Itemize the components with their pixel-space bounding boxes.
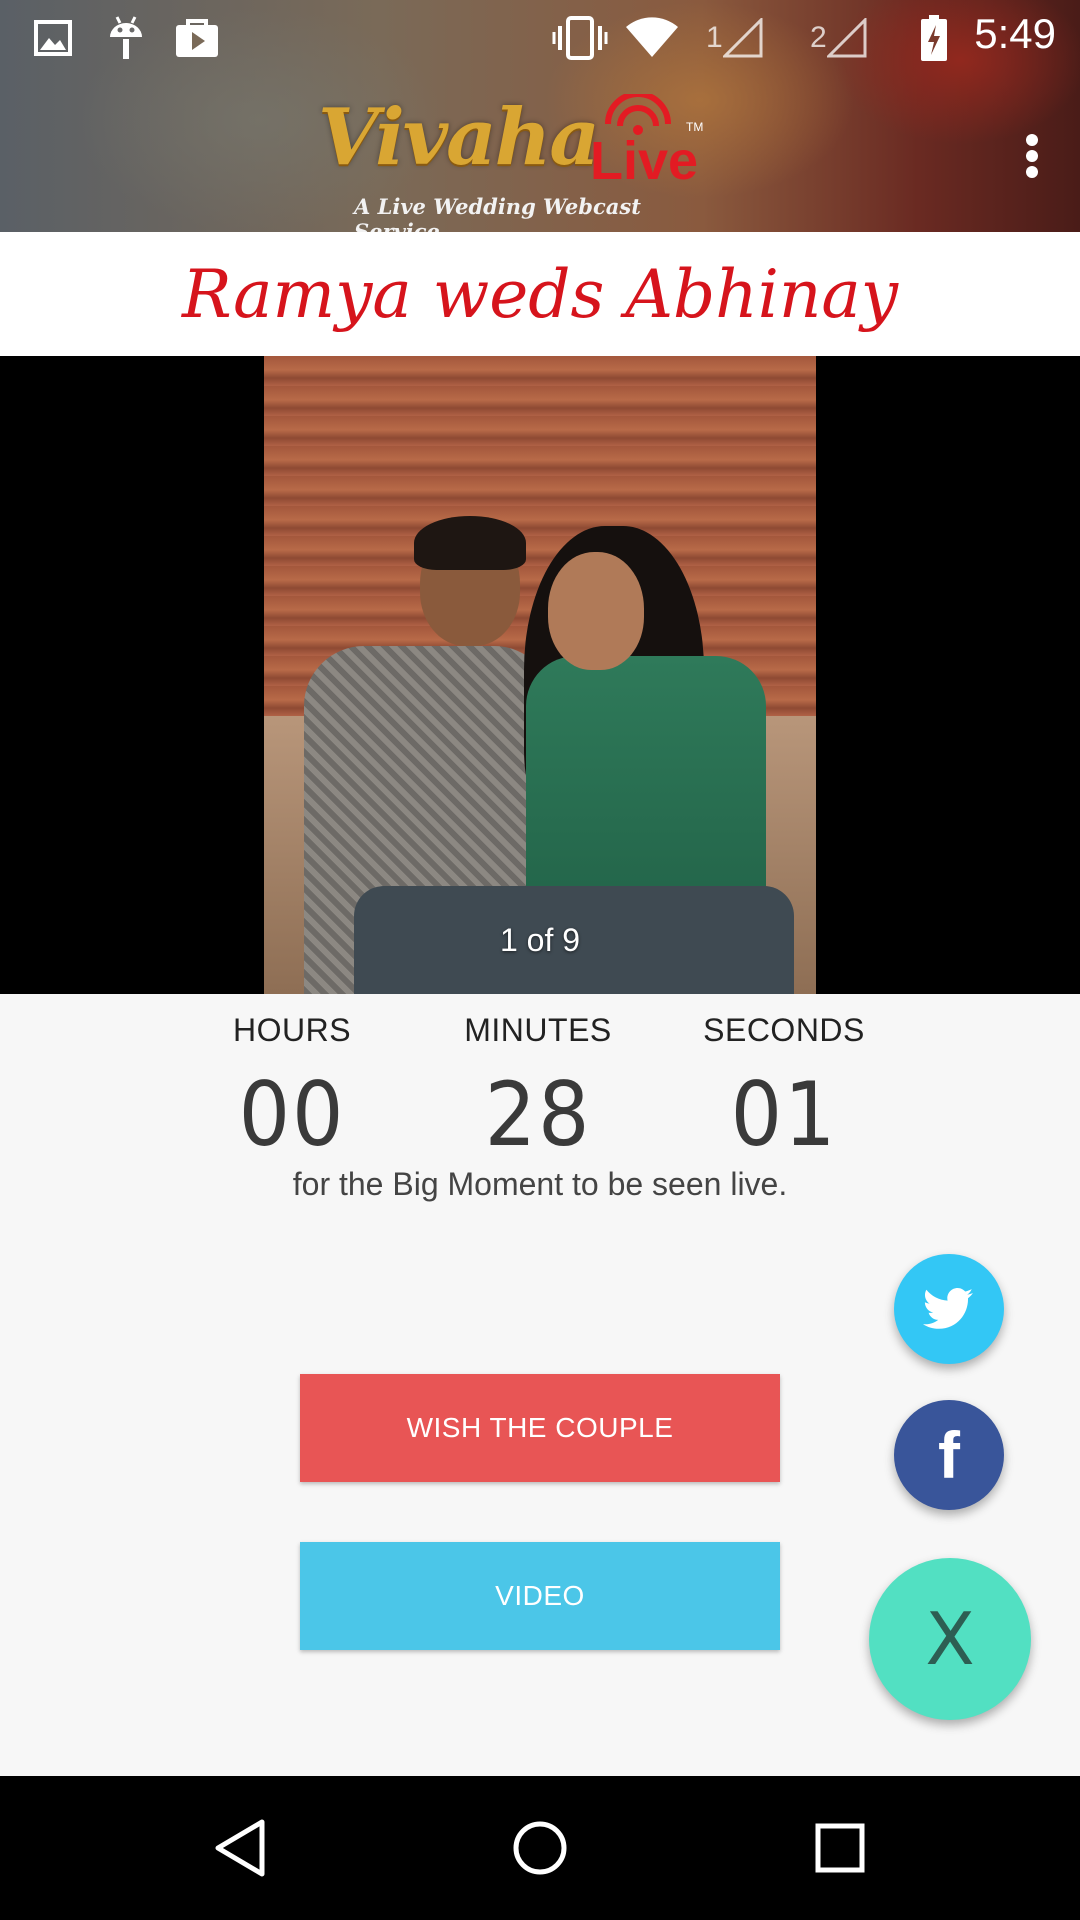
seconds-column: SECONDS 01 [664, 1012, 904, 1166]
status-bar: 1 2 5:49 [0, 0, 1080, 76]
play-store-icon [174, 16, 220, 60]
vibrate-icon [552, 16, 608, 60]
seconds-value: 01 [730, 1063, 838, 1166]
hours-column: HOURS 00 [172, 1012, 412, 1166]
battery-charging-icon [920, 15, 948, 61]
twitter-share-button[interactable] [894, 1254, 1004, 1364]
overflow-menu-icon[interactable] [1012, 126, 1052, 186]
app-bar: Vivaha Live TM A Live Wedding Webcast Se… [0, 76, 1080, 244]
event-title: Ramya weds Abhinay [181, 255, 899, 333]
android-icon [108, 16, 144, 60]
minutes-column: MINUTES 28 [418, 1012, 658, 1166]
seconds-label: SECONDS [703, 1012, 865, 1048]
logo-live-text: Live [590, 131, 699, 191]
wifi-icon [624, 16, 680, 60]
video-button[interactable]: VIDEO [300, 1542, 780, 1650]
close-fab-label: X [925, 1597, 975, 1681]
system-nav-bar [0, 1776, 1080, 1920]
hours-value: 00 [238, 1063, 346, 1166]
vivaha-live-logo[interactable]: Vivaha Live TM A Live Wedding Webcast Se… [318, 92, 708, 244]
close-share-menu-button[interactable]: X [869, 1558, 1031, 1720]
signal-icon: 1 [706, 16, 763, 60]
facebook-icon: f [938, 1418, 960, 1492]
sim1-label: 1 [706, 21, 723, 54]
back-icon[interactable] [190, 1798, 290, 1898]
photo-counter: 1 of 9 [499, 922, 581, 958]
gallery-icon [34, 16, 72, 60]
minutes-value: 28 [484, 1063, 592, 1166]
countdown-timer: HOURS 00 MINUTES 28 SECONDS 01 for the B… [0, 994, 1080, 1214]
couple-photo[interactable] [264, 356, 816, 994]
signal-icon: 2 [810, 16, 867, 60]
event-title-bar: Ramya weds Abhinay [0, 232, 1080, 356]
minutes-label: MINUTES [464, 1012, 612, 1048]
twitter-icon [923, 1288, 973, 1329]
logo-vivaha-text: Vivaha [318, 92, 600, 183]
clock: 5:49 [974, 10, 1056, 57]
facebook-share-button[interactable]: f [894, 1400, 1004, 1510]
logo-trademark: TM [686, 120, 704, 134]
wish-the-couple-button[interactable]: WISH THE COUPLE [300, 1374, 780, 1482]
countdown-caption: for the Big Moment to be seen live. [292, 1166, 788, 1202]
recents-icon[interactable] [790, 1798, 890, 1898]
sim2-label: 2 [810, 21, 827, 54]
photo-slideshow[interactable]: 1 of 9 [0, 356, 1080, 994]
hours-label: HOURS [232, 1012, 352, 1048]
home-icon[interactable] [490, 1798, 590, 1898]
